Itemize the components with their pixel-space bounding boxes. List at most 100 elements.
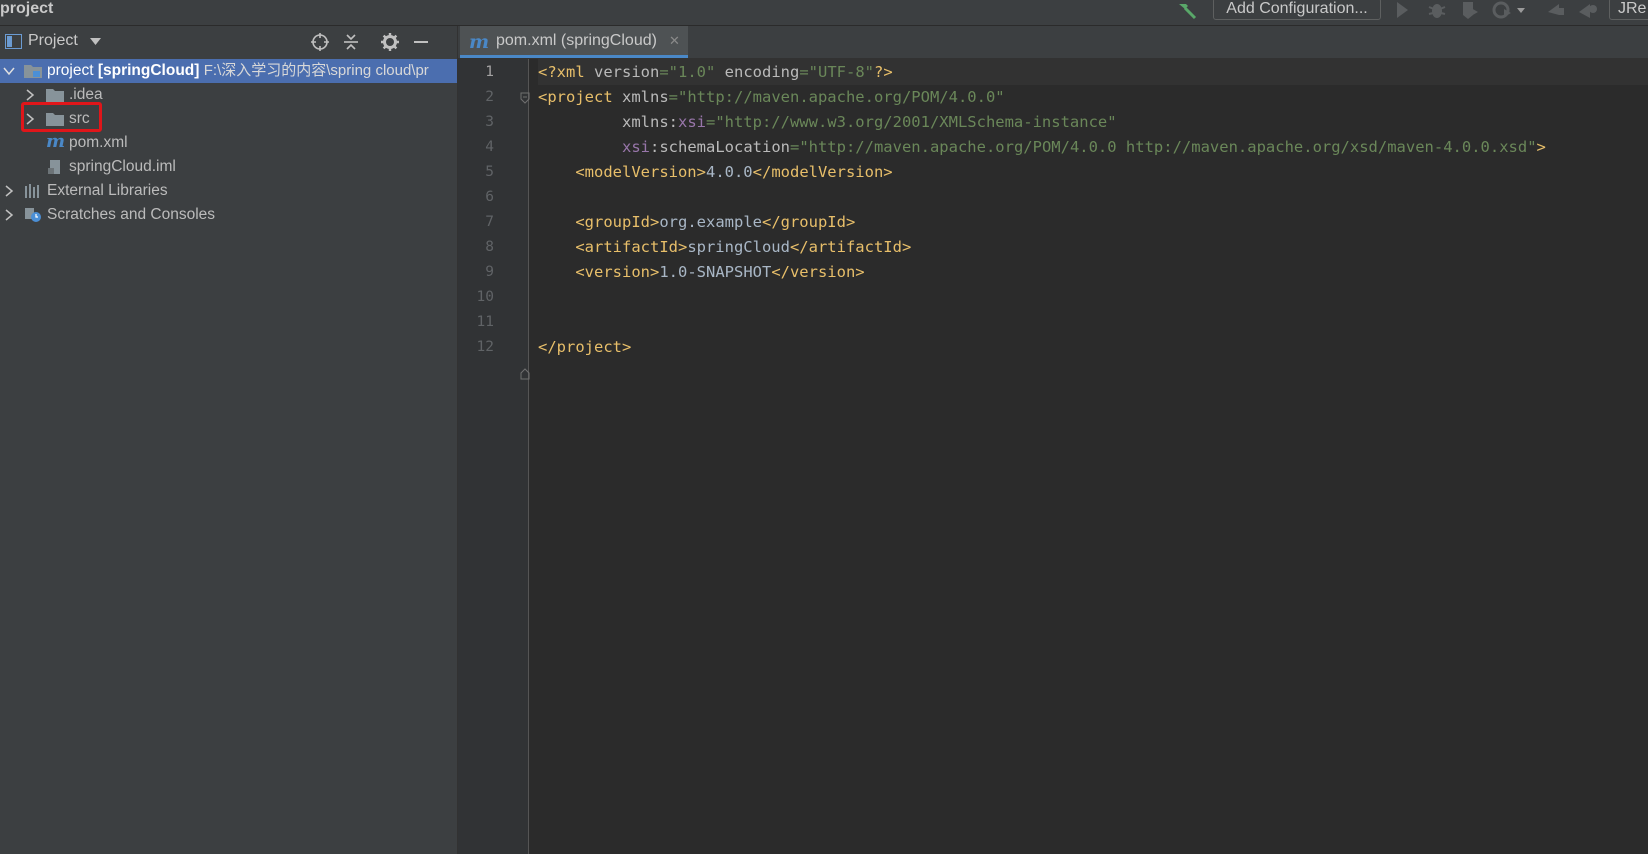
tree-item-label: External Libraries bbox=[47, 182, 168, 199]
fold-marker-icon[interactable] bbox=[520, 92, 530, 104]
update-running-app-icon[interactable] bbox=[1576, 0, 1598, 20]
maven-file-icon: m bbox=[469, 31, 490, 53]
code-token: org.example bbox=[659, 213, 762, 231]
attach-debugger-icon[interactable] bbox=[1545, 0, 1567, 20]
module-folder-icon bbox=[24, 65, 42, 78]
project-panel-header: Project bbox=[0, 26, 457, 58]
tree-item-label: pom.xml bbox=[69, 134, 128, 151]
code-line: <version>1.0-SNAPSHOT</version> bbox=[538, 259, 865, 285]
jre-selector[interactable]: JRe bbox=[1609, 0, 1648, 20]
collapse-all-icon[interactable] bbox=[341, 32, 361, 52]
code-token: <groupId> bbox=[538, 213, 660, 231]
tree-item-external-libraries[interactable]: External Libraries bbox=[0, 179, 457, 203]
chevron-down-icon[interactable] bbox=[3, 65, 15, 77]
editor-tab-bar: m pom.xml (springCloud) ✕ bbox=[458, 26, 1648, 59]
code-token: ="UTF-8" bbox=[799, 63, 874, 81]
code-line: <project xmlns="http://maven.apache.org/… bbox=[538, 84, 1005, 110]
code-line: <modelVersion>4.0.0</modelVersion> bbox=[538, 159, 893, 185]
code-line: <artifactId>springCloud</artifactId> bbox=[538, 234, 911, 260]
chevron-right-icon[interactable] bbox=[3, 209, 15, 221]
code-token: :schemaLocation bbox=[650, 138, 790, 156]
line-number-gutter: 1 2 3 4 5 6 7 8 9 10 11 12 bbox=[458, 59, 530, 854]
code-token: <?xml bbox=[538, 63, 594, 81]
code-token: </project> bbox=[538, 338, 632, 356]
hide-panel-icon[interactable] bbox=[411, 32, 431, 52]
line-number: 2 bbox=[485, 89, 494, 105]
code-line: </project> bbox=[538, 334, 631, 360]
close-icon[interactable]: ✕ bbox=[669, 33, 680, 49]
profile-icon[interactable] bbox=[1492, 0, 1514, 20]
editor-area: m pom.xml (springCloud) ✕ 1 2 3 4 5 6 7 8 9 10 11 1… bbox=[458, 26, 1648, 854]
line-number: 9 bbox=[485, 264, 494, 280]
tree-item-scratches[interactable]: Scratches and Consoles bbox=[0, 203, 457, 227]
line-number: 6 bbox=[485, 189, 494, 205]
tab-label: pom.xml (springCloud) bbox=[496, 32, 657, 49]
chevron-down-icon[interactable] bbox=[1515, 0, 1527, 20]
src-highlight-annotation bbox=[21, 102, 102, 132]
code-token: <artifactId> bbox=[538, 238, 688, 256]
line-number: 4 bbox=[485, 139, 494, 155]
line-number: 1 bbox=[485, 64, 494, 80]
chevron-right-icon[interactable] bbox=[24, 89, 36, 101]
code-token: ="http://maven.apache.org/POM/4.0.0" bbox=[668, 88, 1005, 106]
code-line: xmlns:xsi="http://www.w3.org/2001/XMLSch… bbox=[538, 109, 1117, 135]
maven-file-icon: m bbox=[46, 131, 66, 152]
code-token: 1.0-SNAPSHOT bbox=[659, 263, 772, 281]
chevron-right-icon[interactable] bbox=[3, 185, 15, 197]
folder-icon bbox=[46, 89, 64, 102]
code-line: <?xml version="1.0" encoding="UTF-8"?> bbox=[538, 59, 1648, 85]
code-token: </modelVersion> bbox=[752, 163, 893, 181]
code-token: <modelVersion> bbox=[538, 163, 706, 181]
debug-icon[interactable] bbox=[1426, 0, 1448, 20]
locate-file-icon[interactable] bbox=[310, 32, 330, 52]
code-token: </groupId> bbox=[761, 213, 856, 231]
code-token: <project bbox=[538, 88, 622, 106]
code-token: version bbox=[594, 63, 660, 81]
code-token: ="http://maven.apache.org/POM/4.0.0 http… bbox=[789, 138, 1537, 156]
tree-item-label: Scratches and Consoles bbox=[47, 206, 216, 223]
tree-item-module: [springCloud] bbox=[97, 62, 200, 79]
code-token: xsi bbox=[622, 138, 650, 156]
tree-item-project-root[interactable]: project [springCloud] F:\深入学习的内容\spring … bbox=[0, 59, 457, 83]
code-token: > bbox=[1536, 138, 1546, 156]
add-configuration-button[interactable]: Add Configuration... bbox=[1213, 0, 1381, 20]
fold-marker-icon[interactable] bbox=[520, 368, 530, 380]
tree-item-path: F:\深入学习的内容\spring cloud\pr bbox=[203, 62, 429, 79]
line-number: 12 bbox=[476, 339, 494, 355]
chevron-down-icon[interactable] bbox=[90, 38, 101, 46]
code-token: <version> bbox=[538, 263, 660, 281]
code-token: xmlns bbox=[622, 88, 669, 106]
line-number: 10 bbox=[476, 289, 494, 305]
gear-icon[interactable] bbox=[380, 32, 400, 52]
line-number: 5 bbox=[485, 164, 494, 180]
code-line: xsi:schemaLocation="http://maven.apache.… bbox=[538, 134, 1546, 160]
tree-item-label: springCloud.iml bbox=[69, 158, 176, 175]
project-tool-window: Project project [springCloud] F:\深入学习的内容… bbox=[0, 26, 458, 854]
code-token: xmlns: bbox=[538, 113, 678, 131]
project-view-label[interactable]: Project bbox=[28, 32, 78, 50]
coverage-icon[interactable] bbox=[1459, 0, 1481, 20]
title-bar: project Add Configuration... JRe bbox=[0, 0, 1648, 26]
code-token: ?> bbox=[873, 63, 893, 81]
line-number: 3 bbox=[485, 114, 494, 130]
code-token: </version> bbox=[771, 263, 865, 281]
tree-item-pom-xml[interactable]: m pom.xml bbox=[0, 131, 457, 155]
run-icon[interactable] bbox=[1391, 0, 1413, 20]
window-title: project bbox=[0, 0, 54, 17]
tree-item-springcloud-iml[interactable]: springCloud.iml bbox=[0, 155, 457, 179]
code-token: ="http://www.w3.org/2001/XMLSchema-insta… bbox=[705, 113, 1117, 131]
code-token: ="1.0" bbox=[659, 63, 716, 81]
code-line: <groupId>org.example</groupId> bbox=[538, 209, 855, 235]
build-hammer-icon[interactable] bbox=[1176, 0, 1200, 20]
line-number: 7 bbox=[485, 214, 494, 230]
scratches-icon bbox=[25, 208, 41, 222]
project-window-icon bbox=[5, 34, 22, 49]
tree-item-label: project bbox=[47, 62, 94, 79]
iml-file-icon bbox=[48, 160, 60, 174]
code-token: 4.0.0 bbox=[705, 163, 753, 181]
line-number: 11 bbox=[476, 314, 494, 330]
line-number: 8 bbox=[485, 239, 494, 255]
code-token: encoding bbox=[715, 63, 800, 81]
tab-pom-xml[interactable]: m pom.xml (springCloud) ✕ bbox=[460, 26, 688, 58]
